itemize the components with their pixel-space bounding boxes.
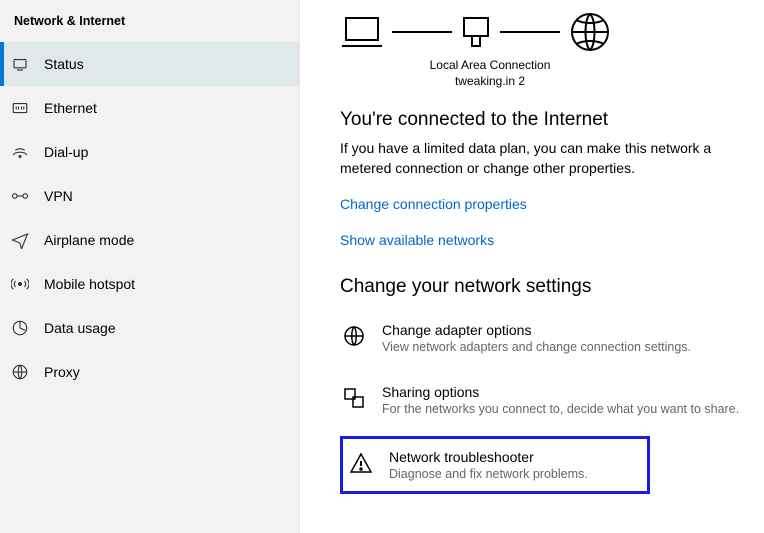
setting-title: Change adapter options	[382, 322, 691, 338]
troubleshooter-icon	[347, 449, 375, 475]
setting-title: Sharing options	[382, 384, 739, 400]
diagram-caption-line2: tweaking.in 2	[410, 74, 570, 90]
dialup-icon	[10, 143, 30, 161]
sidebar-item-label: Status	[44, 56, 84, 72]
connected-body: If you have a limited data plan, you can…	[340, 139, 740, 178]
sidebar-item-airplane[interactable]: Airplane mode	[0, 218, 299, 262]
diagram-caption-line1: Local Area Connection	[410, 58, 570, 74]
sidebar-item-label: VPN	[44, 188, 73, 204]
datausage-icon	[10, 319, 30, 337]
sidebar-item-label: Mobile hotspot	[44, 276, 135, 292]
diagram-caption: Local Area Connection tweaking.in 2	[410, 58, 570, 89]
sidebar-item-dialup[interactable]: Dial-up	[0, 130, 299, 174]
hotspot-icon	[10, 275, 30, 293]
sidebar-item-status[interactable]: Status	[0, 42, 299, 86]
link-change-connection-properties[interactable]: Change connection properties	[340, 196, 754, 212]
sidebar-item-label: Dial-up	[44, 144, 88, 160]
vpn-icon	[10, 189, 30, 203]
setting-change-adapter[interactable]: Change adapter options View network adap…	[340, 318, 754, 358]
connected-heading: You're connected to the Internet	[340, 109, 754, 131]
setting-desc: For the networks you connect to, decide …	[382, 402, 739, 416]
sidebar: Network & Internet Status Ethernet Dial-…	[0, 0, 300, 533]
router-icon	[460, 14, 492, 50]
setting-desc: View network adapters and change connect…	[382, 340, 691, 354]
laptop-icon	[340, 14, 384, 50]
setting-desc: Diagnose and fix network problems.	[389, 467, 588, 481]
sidebar-item-ethernet[interactable]: Ethernet	[0, 86, 299, 130]
sidebar-item-label: Data usage	[44, 320, 116, 336]
ethernet-icon	[10, 99, 30, 117]
sidebar-item-hotspot[interactable]: Mobile hotspot	[0, 262, 299, 306]
main-content: Local Area Connection tweaking.in 2 You'…	[300, 0, 764, 533]
sidebar-item-label: Proxy	[44, 364, 80, 380]
setting-network-troubleshooter[interactable]: Network troubleshooter Diagnose and fix …	[343, 445, 643, 485]
status-icon	[10, 55, 30, 73]
airplane-icon	[10, 231, 30, 249]
proxy-icon	[10, 363, 30, 381]
setting-title: Network troubleshooter	[389, 449, 588, 465]
diagram-line	[500, 31, 560, 33]
sidebar-item-datausage[interactable]: Data usage	[0, 306, 299, 350]
sharing-icon	[340, 384, 368, 410]
sidebar-item-label: Airplane mode	[44, 232, 134, 248]
diagram-line	[392, 31, 452, 33]
adapter-icon	[340, 322, 368, 348]
section-heading: Change your network settings	[340, 276, 754, 298]
setting-sharing-options[interactable]: Sharing options For the networks you con…	[340, 380, 754, 420]
globe-icon	[568, 10, 612, 54]
link-show-available-networks[interactable]: Show available networks	[340, 232, 754, 248]
sidebar-item-vpn[interactable]: VPN	[0, 174, 299, 218]
network-diagram	[340, 10, 754, 54]
sidebar-item-proxy[interactable]: Proxy	[0, 350, 299, 394]
sidebar-title: Network & Internet	[0, 6, 299, 42]
sidebar-item-label: Ethernet	[44, 100, 97, 116]
highlight-box: Network troubleshooter Diagnose and fix …	[340, 436, 650, 494]
